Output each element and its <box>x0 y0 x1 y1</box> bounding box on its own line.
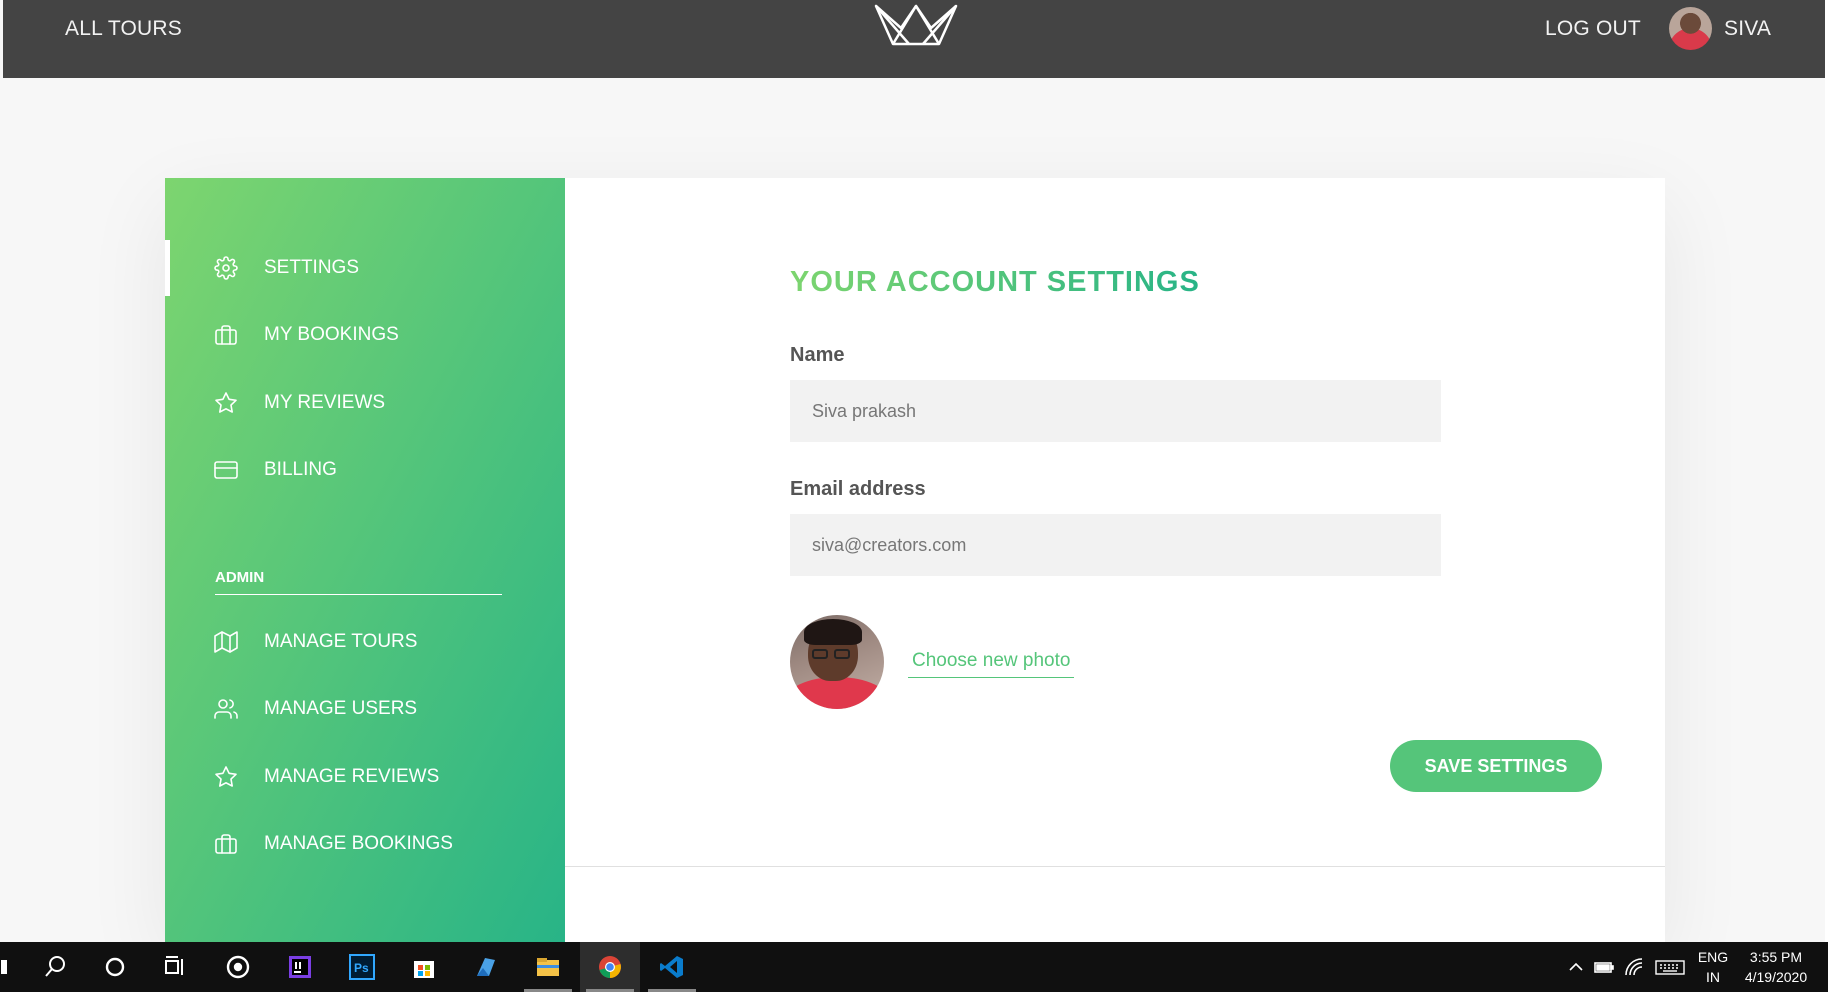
task-view-icon[interactable] <box>145 942 205 992</box>
avatar[interactable] <box>1669 7 1712 50</box>
azure-data-studio-icon[interactable] <box>456 942 516 992</box>
sidebar-item-billing[interactable]: BILLING <box>165 442 565 498</box>
email-label: Email address <box>790 478 926 500</box>
top-nav: ALL TOURS LOG OUT SIVA <box>3 0 1825 78</box>
all-tours-link[interactable]: ALL TOURS <box>65 17 182 41</box>
sidebar-item-settings[interactable]: SETTINGS <box>165 240 565 296</box>
intellij-icon[interactable] <box>270 942 330 992</box>
user-photo <box>790 615 884 709</box>
account-card: SETTINGS MY BOOKINGS MY REVIEWS BILLING … <box>165 178 1665 942</box>
save-settings-button[interactable]: SAVE SETTINGS <box>1390 740 1602 792</box>
sidebar-item-label: MANAGE BOOKINGS <box>264 833 453 854</box>
divider <box>565 866 1665 867</box>
sidebar-item-manage-reviews[interactable]: MANAGE REVIEWS <box>165 749 565 805</box>
map-icon <box>214 630 238 654</box>
clock[interactable]: 3:55 PM 4/19/2020 <box>1737 949 1815 985</box>
sidebar-item-label: MY REVIEWS <box>264 392 386 413</box>
users-icon <box>214 697 238 721</box>
wifi-icon[interactable] <box>1622 955 1646 979</box>
cortana-icon[interactable] <box>85 942 145 992</box>
name-label: Name <box>790 344 845 366</box>
file-explorer-icon[interactable] <box>518 942 578 992</box>
sidebar-item-label: MANAGE TOURS <box>264 631 418 652</box>
sidebar-item-label: BILLING <box>264 459 337 480</box>
svg-text:Ps: Ps <box>354 961 369 975</box>
chrome-icon[interactable] <box>580 942 640 992</box>
briefcase-icon <box>214 323 238 347</box>
region-code: IN <box>1706 969 1720 985</box>
gear-icon <box>214 256 238 280</box>
account-sidebar: SETTINGS MY BOOKINGS MY REVIEWS BILLING … <box>165 178 565 942</box>
taskbar: Ps ENG IN 3:55 PM 4/19/2020 <box>0 942 1828 992</box>
logo-icon[interactable] <box>873 2 959 48</box>
clock-date: 4/19/2020 <box>1744 969 1808 985</box>
admin-heading: ADMIN <box>215 569 502 595</box>
sidebar-item-manage-bookings[interactable]: MANAGE BOOKINGS <box>165 816 565 872</box>
name-field[interactable] <box>790 380 1441 442</box>
user-name-link[interactable]: SIVA <box>1724 17 1771 41</box>
sidebar-item-my-reviews[interactable]: MY REVIEWS <box>165 375 565 431</box>
photoshop-icon[interactable]: Ps <box>332 942 392 992</box>
sidebar-item-label: MANAGE USERS <box>264 698 418 719</box>
sidebar-item-manage-users[interactable]: MANAGE USERS <box>165 681 565 737</box>
keyboard-icon[interactable] <box>1654 955 1686 979</box>
logout-link[interactable]: LOG OUT <box>1545 17 1641 41</box>
vscode-icon[interactable] <box>642 942 702 992</box>
star-icon <box>214 391 238 415</box>
language-indicator[interactable]: ENG IN <box>1695 949 1731 985</box>
briefcase-icon <box>214 832 238 856</box>
choose-photo-link[interactable]: Choose new photo <box>908 650 1075 678</box>
settings-content: YOUR ACCOUNT SETTINGS Name Email address… <box>565 178 1665 942</box>
groove-music-icon[interactable] <box>208 942 268 992</box>
sidebar-item-manage-tours[interactable]: MANAGE TOURS <box>165 614 565 670</box>
language-code: ENG <box>1697 949 1729 965</box>
sidebar-item-my-bookings[interactable]: MY BOOKINGS <box>165 307 565 363</box>
email-field[interactable] <box>790 514 1441 576</box>
sidebar-item-label: SETTINGS <box>264 257 360 278</box>
store-icon[interactable] <box>394 942 454 992</box>
search-icon[interactable] <box>25 942 85 992</box>
sidebar-item-label: MANAGE REVIEWS <box>264 766 440 787</box>
sidebar-item-label: MY BOOKINGS <box>264 324 399 345</box>
start-icon[interactable] <box>0 942 28 992</box>
chevron-up-icon[interactable] <box>1564 955 1588 979</box>
clock-time: 3:55 PM <box>1749 949 1803 965</box>
battery-icon[interactable] <box>1592 955 1616 979</box>
page-title: YOUR ACCOUNT SETTINGS <box>790 266 1200 298</box>
star-icon <box>214 765 238 789</box>
credit-card-icon <box>214 458 238 482</box>
